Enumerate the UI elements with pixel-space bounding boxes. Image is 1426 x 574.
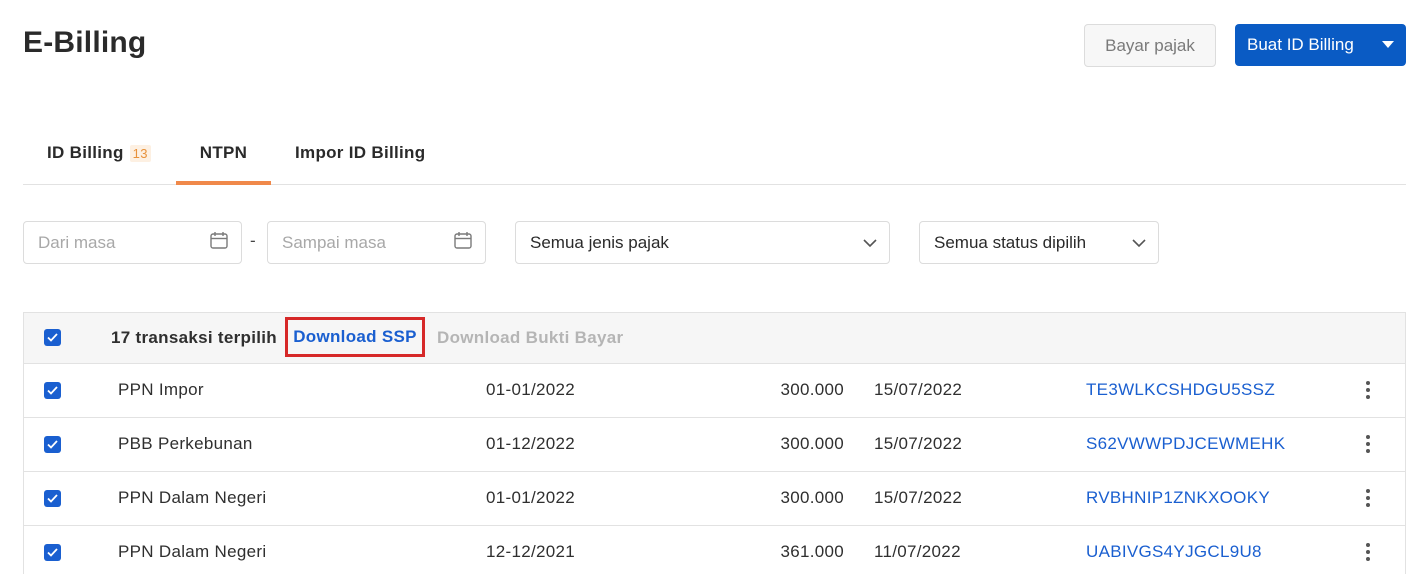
period-cell: 01-01/2022 [486,488,576,507]
select-all-checkbox[interactable] [44,329,61,346]
table-row[interactable]: PPN Dalam Negeri 01-01/2022 300.000 15/0… [24,472,1405,526]
to-period-input[interactable]: Sampai masa [267,221,486,264]
table-body: PPN Impor 01-01/2022 300.000 15/07/2022 … [24,364,1405,574]
period-cell: 01-12/2022 [486,434,576,453]
count-badge: 13 [129,144,151,162]
tab-impor-id-billing[interactable]: Impor ID Billing [295,122,425,184]
tab-impor-label: Impor ID Billing [295,143,426,162]
status-select[interactable]: Semua status dipilih [919,221,1159,264]
row-checkbox[interactable] [44,436,61,453]
tab-ntpn-label: NTPN [199,143,248,162]
create-billing-label: Buat ID Billing [1247,35,1354,54]
date-separator: - [250,231,256,250]
check-icon [47,333,58,342]
check-icon [47,494,58,503]
download-ssp-button[interactable]: Download SSP [285,317,425,357]
table-header: 17 transaksi terpilih Download SSP Downl… [24,313,1405,364]
period-cell: 12-12/2021 [486,542,576,561]
kebab-menu-icon[interactable] [1356,378,1380,402]
page-title: E-Billing [23,26,147,59]
check-icon [47,548,58,557]
tax-type-cell: PBB Perkebunan [118,434,253,453]
date-cell: 15/07/2022 [874,380,963,399]
tax-type-cell: PPN Dalam Negeri [118,488,267,507]
status-value: Semua status dipilih [934,232,1087,252]
ntpn-link[interactable]: S62VWWPDJCEWMEHK [1086,434,1285,454]
tax-type-cell: PPN Dalam Negeri [118,542,267,561]
kebab-menu-icon[interactable] [1356,432,1380,456]
selection-count: 17 transaksi terpilih [111,328,277,347]
pay-tax-button[interactable]: Bayar pajak [1084,24,1216,67]
check-icon [47,386,58,395]
row-checkbox[interactable] [44,382,61,399]
tab-id-billing-label: ID Billing [47,143,124,162]
from-period-input[interactable]: Dari masa [23,221,242,264]
row-checkbox[interactable] [44,490,61,507]
ntpn-link[interactable]: UABIVGS4YJGCL9U8 [1086,542,1262,562]
amount-cell: 300.000 [780,380,844,399]
date-cell: 15/07/2022 [874,434,963,453]
download-bukti-bayar-button[interactable]: Download Bukti Bayar [437,328,623,348]
table-row[interactable]: PPN Dalam Negeri 12-12/2021 361.000 11/0… [24,526,1405,574]
period-cell: 01-01/2022 [486,380,576,399]
tax-type-select[interactable]: Semua jenis pajak [515,221,890,264]
caret-down-icon[interactable] [1370,41,1406,49]
chevron-down-icon [863,233,877,253]
tax-type-value: Semua jenis pajak [530,232,669,252]
from-period-placeholder: Dari masa [38,232,116,252]
date-cell: 15/07/2022 [874,488,963,507]
ntpn-link[interactable]: RVBHNIP1ZNKXOOKY [1086,488,1270,508]
ntpn-link[interactable]: TE3WLKCSHDGU5SSZ [1086,380,1275,400]
chevron-down-icon [1132,233,1146,253]
kebab-menu-icon[interactable] [1356,486,1380,510]
calendar-icon [453,230,473,255]
tab-bar: ID Billing 13 NTPN Impor ID Billing [23,122,1406,185]
table-row[interactable]: PPN Impor 01-01/2022 300.000 15/07/2022 … [24,364,1405,418]
create-billing-button[interactable]: Buat ID Billing [1235,24,1406,66]
transactions-table: 17 transaksi terpilih Download SSP Downl… [23,312,1406,574]
tax-type-cell: PPN Impor [118,380,204,399]
amount-cell: 361.000 [780,542,844,561]
kebab-menu-icon[interactable] [1356,540,1380,564]
amount-cell: 300.000 [780,488,844,507]
check-icon [47,440,58,449]
to-period-placeholder: Sampai masa [282,232,386,252]
tab-id-billing[interactable]: ID Billing 13 [47,122,151,184]
tab-ntpn[interactable]: NTPN [176,122,271,185]
table-row[interactable]: PBB Perkebunan 01-12/2022 300.000 15/07/… [24,418,1405,472]
amount-cell: 300.000 [780,434,844,453]
calendar-icon [209,230,229,255]
row-checkbox[interactable] [44,544,61,561]
date-cell: 11/07/2022 [874,542,961,561]
